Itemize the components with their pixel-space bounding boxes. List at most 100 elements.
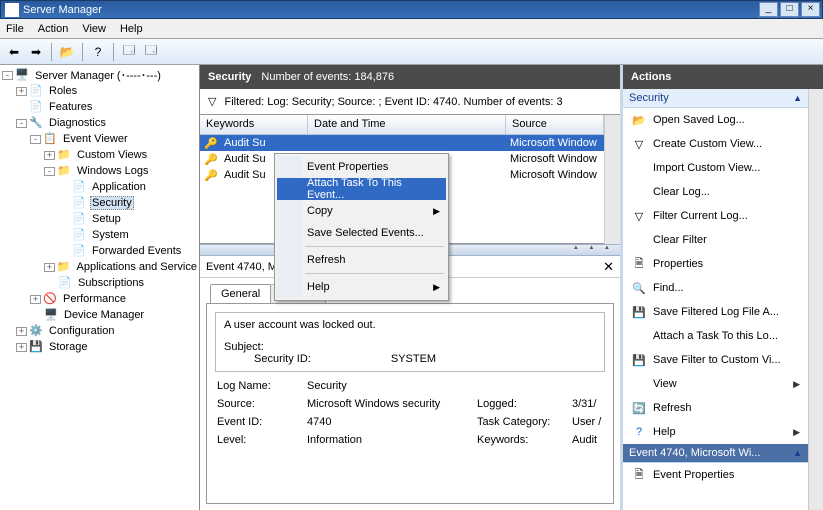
key-icon: 🔑 (204, 169, 222, 181)
tree-apps-services[interactable]: +📁Applications and Service (0, 259, 199, 275)
filter-text: Filtered: Log: Security; Source: ; Event… (224, 96, 562, 108)
properties-icon: 🗎 (631, 256, 647, 272)
action-attach-task[interactable]: Attach a Task To this Lo... (623, 324, 808, 348)
action-clear-filter[interactable]: Clear Filter (623, 228, 808, 252)
close-button[interactable]: × (801, 2, 820, 17)
source-value: Microsoft Windows security (307, 398, 477, 410)
collapse-icon[interactable]: ▲ (793, 448, 802, 458)
help-icon: ? (631, 424, 647, 440)
event-count: Number of events: 184,876 (261, 71, 394, 83)
ctx-attach-task[interactable]: Attach Task To This Event... (277, 178, 446, 200)
close-icon[interactable]: ✕ (603, 259, 614, 275)
logged-value: 3/31/ (572, 398, 603, 410)
filter-icon: ▽ (631, 136, 647, 152)
tree-configuration[interactable]: +⚙️Configuration (0, 323, 199, 339)
action-filter-current[interactable]: ▽Filter Current Log... (623, 204, 808, 228)
col-keywords[interactable]: Keywords (200, 115, 308, 134)
tree-roles[interactable]: +📄Roles (0, 83, 199, 99)
action-save-filtered[interactable]: 💾Save Filtered Log File A... (623, 300, 808, 324)
logname-label: Log Name: (217, 380, 307, 392)
ctx-save-selected[interactable]: Save Selected Events... (277, 222, 446, 244)
action-clear-log[interactable]: Clear Log... (623, 180, 808, 204)
tree-panel: -🖥️Server Manager (･----･---) +📄Roles 📄F… (0, 65, 200, 510)
tree-custom-views[interactable]: +📁Custom Views (0, 147, 199, 163)
level-value: Information (307, 434, 477, 446)
refresh-icon: 🔄 (631, 400, 647, 416)
menu-help[interactable]: Help (120, 23, 143, 35)
logname-value: Security (307, 380, 477, 392)
action-save-filter-custom[interactable]: 💾Save Filter to Custom Vi... (623, 348, 808, 372)
tree-event-viewer[interactable]: -📋Event Viewer (0, 131, 199, 147)
tree-diagnostics[interactable]: -🔧Diagnostics (0, 115, 199, 131)
grid-scrollbar[interactable] (604, 115, 620, 244)
tree-features[interactable]: 📄Features (0, 99, 199, 115)
chevron-right-icon: ▶ (433, 282, 440, 293)
detail-message: A user account was locked out. (224, 319, 596, 331)
action-properties[interactable]: 🗎Properties (623, 252, 808, 276)
security-id-value: SYSTEM (391, 353, 436, 365)
center-title: Security (208, 71, 251, 83)
center-header: Security Number of events: 184,876 (200, 65, 620, 89)
tree-log-security[interactable]: 📄Security (0, 195, 199, 211)
tree-log-setup[interactable]: 📄Setup (0, 211, 199, 227)
save-icon: 💾 (631, 304, 647, 320)
event-row[interactable]: 🔑Audit Su Microsoft Window (200, 135, 604, 151)
keywords-value: Audit (572, 434, 603, 446)
actions-scrollbar[interactable] (808, 89, 823, 510)
menubar: File Action View Help (0, 19, 823, 39)
tree-device-manager[interactable]: 🖥️Device Manager (0, 307, 199, 323)
menu-view[interactable]: View (82, 23, 106, 35)
tree-performance[interactable]: +🚫Performance (0, 291, 199, 307)
chevron-right-icon: ▶ (793, 379, 800, 390)
tree-root[interactable]: -🖥️Server Manager (･----･---) (0, 67, 199, 83)
tab-general[interactable]: General (210, 284, 271, 303)
ctx-event-properties[interactable]: Event Properties (277, 156, 446, 178)
folder-icon[interactable]: 📂 (57, 42, 77, 62)
col-source[interactable]: Source (506, 115, 604, 134)
tree-log-application[interactable]: 📄Application (0, 179, 199, 195)
tree-subscriptions[interactable]: 📄Subscriptions (0, 275, 199, 291)
tree-windows-logs[interactable]: -📁Windows Logs (0, 163, 199, 179)
app-icon (5, 3, 19, 17)
ctx-refresh[interactable]: Refresh (277, 249, 446, 271)
collapse-icon[interactable]: ▲ (793, 93, 802, 103)
action-find[interactable]: 🔍Find... (623, 276, 808, 300)
find-icon: 🔍 (631, 280, 647, 296)
keywords-label: Keywords: (477, 434, 572, 446)
action-view[interactable]: View▶ (623, 372, 808, 396)
actions-section-event: Event 4740, Microsoft Wi...▲ (623, 444, 808, 463)
refresh-icon[interactable]: ? (88, 42, 108, 62)
pane-icon[interactable]: 🗔 (141, 42, 161, 62)
open-icon: 📂 (631, 112, 647, 128)
action-event-properties[interactable]: 🗎Event Properties (623, 463, 808, 487)
save-icon: 💾 (631, 352, 647, 368)
chevron-right-icon: ▶ (793, 427, 800, 438)
tree-log-system[interactable]: 📄System (0, 227, 199, 243)
tree-storage[interactable]: +💾Storage (0, 339, 199, 355)
ctx-copy[interactable]: Copy▶ (277, 200, 446, 222)
col-datetime[interactable]: Date and Time (308, 115, 506, 134)
context-menu: Event Properties Attach Task To This Eve… (274, 153, 449, 301)
maximize-button[interactable]: □ (780, 2, 799, 17)
minimize-button[interactable]: _ (759, 2, 778, 17)
menu-file[interactable]: File (6, 23, 24, 35)
ctx-help[interactable]: Help▶ (277, 276, 446, 298)
filter-icon: ▽ (208, 95, 216, 108)
action-open-saved[interactable]: 📂Open Saved Log... (623, 108, 808, 132)
titlebar: Server Manager _ □ × (0, 0, 823, 19)
back-icon[interactable]: ⬅ (4, 42, 24, 62)
taskcat-value: User / (572, 416, 603, 428)
help-icon[interactable]: 🗔 (119, 42, 139, 62)
action-refresh[interactable]: 🔄Refresh (623, 396, 808, 420)
action-help[interactable]: ?Help▶ (623, 420, 808, 444)
toolbar: ⬅ ➡ 📂 ? 🗔 🗔 (0, 39, 823, 65)
key-icon: 🔑 (204, 153, 222, 165)
action-import-custom[interactable]: Import Custom View... (623, 156, 808, 180)
action-create-custom[interactable]: ▽Create Custom View... (623, 132, 808, 156)
forward-icon[interactable]: ➡ (26, 42, 46, 62)
menu-action[interactable]: Action (38, 23, 69, 35)
filter-icon: ▽ (631, 208, 647, 224)
tree-log-forwarded[interactable]: 📄Forwarded Events (0, 243, 199, 259)
filter-bar: ▽ Filtered: Log: Security; Source: ; Eve… (200, 89, 620, 115)
subject-label: Subject: (224, 341, 596, 353)
